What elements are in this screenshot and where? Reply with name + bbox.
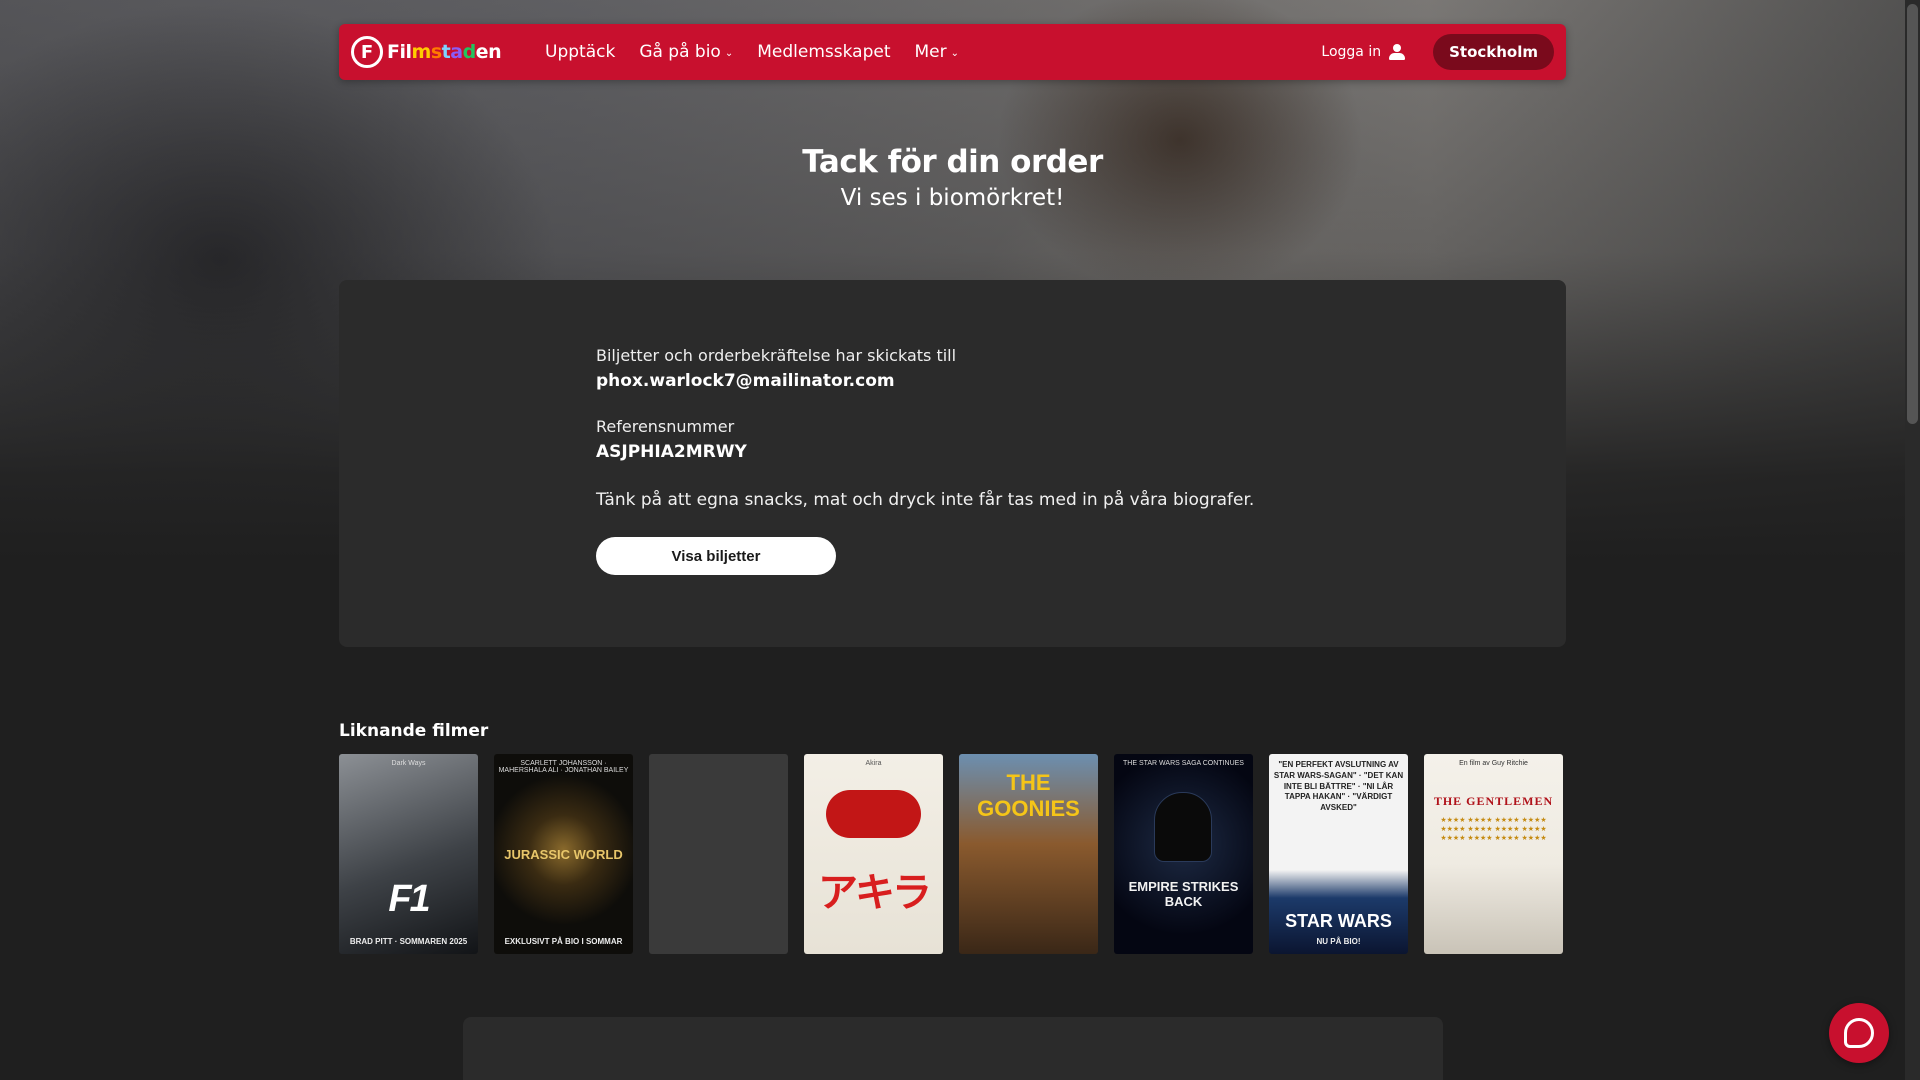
poster-tagline: SCARLETT JOHANSSON · MAHERSHALA ALI · JO… — [498, 760, 629, 774]
poster-credits: BRAD PITT · SOMMAREN 2025 — [349, 937, 468, 946]
poster-title: アキラ — [818, 871, 932, 915]
vader-helmet-illustration — [1154, 792, 1212, 862]
poster-tagline: En film av Guy Ritchie — [1459, 760, 1528, 767]
email-value: phox.warlock7@mailinator.com — [596, 371, 895, 391]
poster-tagline: Dark Ways — [391, 760, 426, 767]
movie-poster-the-gentlemen[interactable]: En film av Guy Ritchie THE GENTLEMEN ★★★… — [1424, 754, 1563, 954]
page-subtitle: Vi ses i biomörkret! — [840, 185, 1065, 211]
scrollbar[interactable] — [1905, 0, 1920, 1080]
city-selector-button[interactable]: Stockholm — [1433, 34, 1554, 70]
similar-movies-heading: Liknande filmer — [339, 721, 489, 741]
nav-ga-pa-bio[interactable]: Gå på bio ⌄ — [639, 42, 733, 62]
snacks-notice: Tänk på att egna snacks, mat och dryck i… — [596, 490, 1255, 510]
nav-mer[interactable]: Mer ⌄ — [915, 42, 960, 62]
order-confirmation-panel: Biljetter och orderbekräftelse har skick… — [339, 280, 1566, 647]
nav-links: Upptäck Gå på bio ⌄ Medlemsskapet Mer ⌄ — [545, 42, 959, 62]
navbar: F Filmstaden Upptäck Gå på bio ⌄ Medlemss… — [339, 24, 1566, 80]
poster-reviews: "EN PERFEKT AVSLUTNING AV STAR WARS-SAGA… — [1273, 760, 1404, 813]
nav-right: Logga in Stockholm — [1321, 34, 1554, 70]
poster-tagline: Akira — [865, 760, 882, 767]
poster-release: NU PÅ BIO! — [1316, 937, 1361, 946]
poster-title: STAR WARS — [1285, 911, 1392, 931]
movie-poster-empire-strikes-back[interactable]: THE STAR WARS SAGA CONTINUES EMPIRE STRI… — [1114, 754, 1253, 954]
poster-credits: EXKLUSIVT PÅ BIO I SOMMAR — [504, 937, 623, 946]
scrollbar-thumb[interactable] — [1907, 4, 1918, 424]
motorcycle-illustration — [826, 790, 921, 838]
login-label: Logga in — [1321, 44, 1382, 60]
poster-title: THE GOONIES — [977, 770, 1080, 821]
nav-medlemsskapet[interactable]: Medlemsskapet — [757, 42, 890, 62]
page-title: Tack för din order — [802, 144, 1103, 180]
order-details: Biljetter och orderbekräftelse har skick… — [596, 346, 1254, 575]
poster-title: JURASSIC WORLD — [504, 846, 623, 862]
chevron-down-icon: ⌄ — [724, 47, 734, 59]
poster-title: THE GENTLEMEN — [1433, 794, 1554, 808]
sent-to-label: Biljetter och orderbekräftelse har skick… — [596, 346, 957, 365]
reference-label: Referensnummer — [596, 417, 735, 436]
nav-upptack[interactable]: Upptäck — [545, 42, 615, 62]
movie-poster-star-wars[interactable]: "EN PERFEKT AVSLUTNING AV STAR WARS-SAGA… — [1269, 754, 1408, 954]
reference-number: ASJPHIA2MRWY — [596, 442, 747, 462]
chevron-down-icon: ⌄ — [950, 47, 960, 59]
poster-star-ratings: ★★★★ ★★★★ ★★★★ ★★★★ ★★★★ ★★★★ ★★★★ ★★★★ … — [1440, 817, 1547, 843]
logo-icon: F — [351, 36, 383, 68]
chat-button[interactable] — [1829, 1003, 1889, 1063]
login-button[interactable]: Logga in — [1321, 44, 1406, 60]
logo[interactable]: F Filmstaden — [351, 36, 537, 68]
movie-poster-placeholder[interactable] — [649, 754, 788, 954]
show-tickets-button[interactable]: Visa biljetter — [596, 537, 836, 575]
movie-poster-goonies[interactable]: THE GOONIES — [959, 754, 1098, 954]
poster-tagline: THE STAR WARS SAGA CONTINUES — [1123, 760, 1244, 767]
poster-title: F1 — [388, 877, 430, 920]
user-icon — [1389, 44, 1406, 60]
logo-text: Filmstaden — [387, 41, 502, 63]
footer-panel — [463, 1017, 1443, 1080]
chat-icon — [1844, 1018, 1874, 1048]
movie-poster-jurassic-world[interactable]: SCARLETT JOHANSSON · MAHERSHALA ALI · JO… — [494, 754, 633, 954]
movie-poster-akira[interactable]: Akira アキラ — [804, 754, 943, 954]
similar-movies-list: Dark Ways F1 BRAD PITT · SOMMAREN 2025 S… — [339, 754, 1566, 954]
poster-title: EMPIRE STRIKES BACK — [1128, 879, 1239, 909]
movie-poster-f1[interactable]: Dark Ways F1 BRAD PITT · SOMMAREN 2025 — [339, 754, 478, 954]
